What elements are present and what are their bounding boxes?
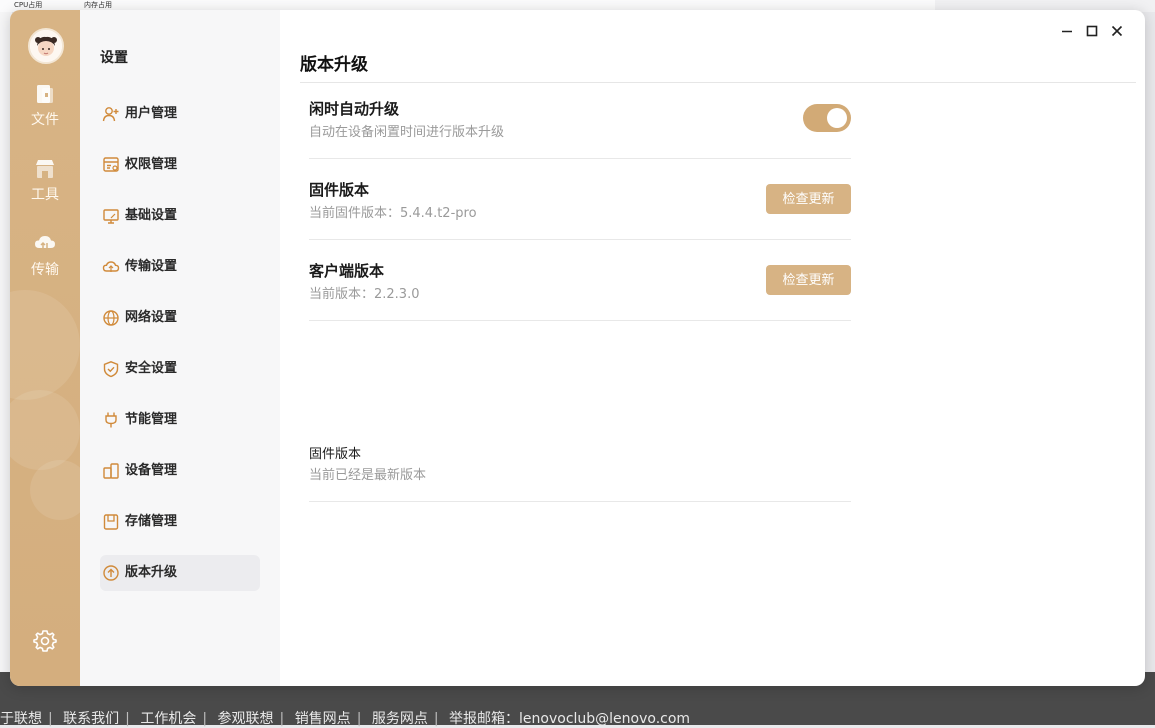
auto-upgrade-toggle[interactable] xyxy=(803,104,851,132)
app-rail: 文件 工具 传输 xyxy=(10,10,80,686)
device-icon xyxy=(103,463,119,479)
upgrade-icon xyxy=(103,565,119,581)
rail-item-files[interactable]: 文件 xyxy=(10,83,80,129)
rail-item-label: 文件 xyxy=(31,112,59,128)
firmware-version-desc: 当前固件版本：5.4.4.t2-pro xyxy=(309,206,477,221)
sidebar-item-version-upgrade[interactable]: 版本升级 xyxy=(100,555,260,591)
sidebar-item-label: 权限管理 xyxy=(125,157,178,172)
firmware-check-update-button[interactable]: 检查更新 xyxy=(766,184,851,214)
settings-sidebar: 设置 用户管理 权限管理 基础设置 传输设置 网络设置 安全设置 节能管理 设备… xyxy=(80,10,280,686)
maximize-icon[interactable] xyxy=(1085,24,1099,38)
sidebar-item-label: 安全设置 xyxy=(125,361,178,376)
title-divider xyxy=(300,82,1136,83)
sidebar-item-label: 节能管理 xyxy=(125,412,178,427)
sidebar-item-transfer-settings[interactable]: 传输设置 xyxy=(100,249,260,285)
auto-upgrade-desc: 自动在设备闲置时间进行版本升级 xyxy=(309,125,505,140)
globe-icon xyxy=(103,310,119,326)
cloud-transfer-icon xyxy=(35,236,55,255)
sidebar-item-device-management[interactable]: 设备管理 xyxy=(100,453,260,489)
sidebar-item-label: 网络设置 xyxy=(125,310,178,325)
sidebar-item-basic-settings[interactable]: 基础设置 xyxy=(100,198,260,234)
sidebar-item-security-settings[interactable]: 安全设置 xyxy=(100,351,260,387)
sidebar-item-label: 基础设置 xyxy=(125,208,178,223)
sidebar-item-label: 设备管理 xyxy=(125,463,178,478)
shop-icon xyxy=(36,160,54,178)
sidebar-title: 设置 xyxy=(100,50,128,66)
rail-item-tools[interactable]: 工具 xyxy=(10,158,80,204)
sidebar-item-network-settings[interactable]: 网络设置 xyxy=(100,300,260,336)
gear-icon[interactable] xyxy=(32,628,58,654)
file-icon xyxy=(37,85,53,103)
close-icon[interactable] xyxy=(1110,24,1124,38)
row-divider xyxy=(309,501,851,502)
firmware-version-title: 固件版本 xyxy=(309,181,370,199)
row-divider xyxy=(309,320,851,321)
page-title: 版本升级 xyxy=(300,55,368,75)
client-version-desc: 当前版本：2.2.3.0 xyxy=(309,287,420,302)
sidebar-item-permission-management[interactable]: 权限管理 xyxy=(100,147,260,183)
footer-links: 于联想 | 联系我们 | 工作机会 | 参观联想 | 销售网点 | 服务网点 | 举报邮箱：… xyxy=(0,711,691,727)
toggle-knob xyxy=(827,108,847,128)
memory-usage-label: 内存占用 xyxy=(84,1,112,9)
sidebar-item-user-management[interactable]: 用户管理 xyxy=(100,96,260,132)
cpu-usage-label: CPU占用 xyxy=(14,1,43,9)
sidebar-item-label: 传输设置 xyxy=(125,259,178,274)
avatar[interactable] xyxy=(28,28,64,64)
firmware-status-desc: 当前已经是最新版本 xyxy=(309,468,427,483)
decor-blob xyxy=(30,460,80,520)
rail-item-label: 工具 xyxy=(31,187,59,203)
cloud-icon xyxy=(102,261,120,272)
plug-icon xyxy=(105,412,117,428)
client-version-title: 客户端版本 xyxy=(309,262,385,280)
decor-blob xyxy=(10,290,80,400)
rail-item-transfer[interactable]: 传输 xyxy=(10,233,80,279)
avatar-image xyxy=(30,30,62,62)
sidebar-item-storage-management[interactable]: 存储管理 xyxy=(100,504,260,540)
sidebar-item-label: 存储管理 xyxy=(125,514,178,529)
sidebar-item-energy-management[interactable]: 节能管理 xyxy=(100,402,260,438)
auto-upgrade-title: 闲时自动升级 xyxy=(309,100,400,118)
sidebar-item-label: 用户管理 xyxy=(125,106,178,121)
shield-icon xyxy=(103,361,119,378)
row-divider xyxy=(309,158,851,159)
user-add-icon xyxy=(102,107,119,122)
firmware-status-title: 固件版本 xyxy=(309,447,362,462)
rail-item-label: 传输 xyxy=(31,262,59,278)
row-divider xyxy=(309,239,851,240)
permission-icon xyxy=(103,157,119,172)
monitor-icon xyxy=(103,209,119,224)
settings-window: 文件 工具 传输 设置 用户管理 权限管理 基础设置 传输设置 网络设置 安全设… xyxy=(10,10,1145,686)
minimize-icon[interactable] xyxy=(1060,24,1074,38)
sidebar-item-label: 版本升级 xyxy=(125,565,178,580)
storage-icon xyxy=(103,514,119,530)
decor-blob xyxy=(10,390,80,470)
client-check-update-button[interactable]: 检查更新 xyxy=(766,265,851,295)
main-panel: 版本升级 闲时自动升级 自动在设备闲置时间进行版本升级 固件版本 当前固件版本：… xyxy=(280,10,1145,686)
